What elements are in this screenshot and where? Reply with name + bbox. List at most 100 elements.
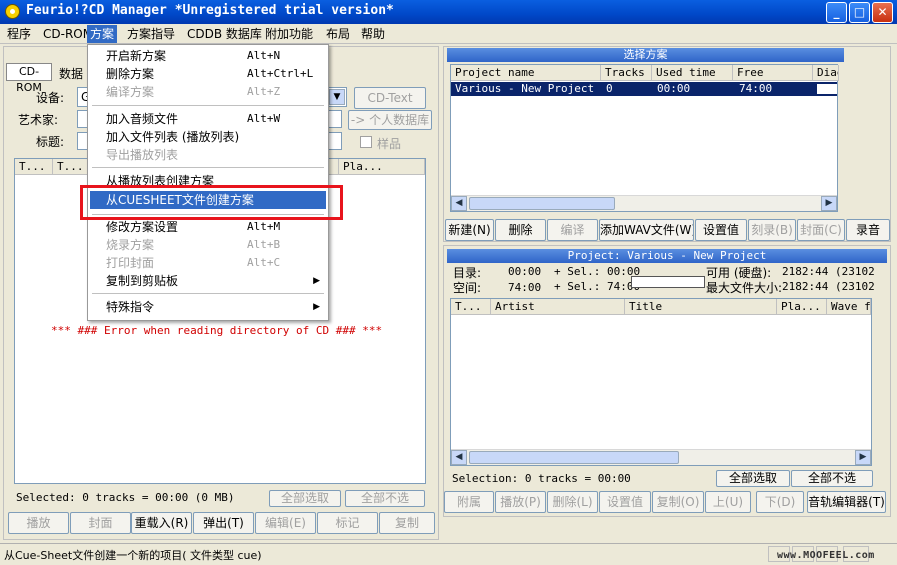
menu-item-export-playlist[interactable]: 导出播放列表 (90, 146, 326, 164)
compile-project-button[interactable]: 编译 (547, 219, 598, 241)
col-track[interactable]: T... (15, 159, 53, 175)
menu-project-wizard[interactable]: 方案指导 (124, 25, 178, 43)
mark-button[interactable]: 标记 (317, 512, 378, 534)
col-free[interactable]: Free (733, 65, 813, 81)
dir-sel: + Sel.: 00:00 (554, 265, 641, 278)
delete-project-button[interactable]: 删除 (495, 219, 546, 241)
reload-button[interactable]: 重载入(R) (131, 512, 192, 534)
maximize-button[interactable]: □ (849, 2, 870, 23)
window-title: Feurio!?CD Manager *Unregistered trial v… (26, 3, 394, 18)
edit-button[interactable]: 编辑(E) (255, 512, 316, 534)
project-settings-button[interactable]: 设置值 (695, 219, 747, 241)
status-bar: 从Cue-Sheet文件创建一个新的项目( 文件类型 cue) www.MOOF… (0, 543, 897, 565)
track-settings-button[interactable]: 设置值 (599, 491, 651, 513)
chevron-down-icon[interactable]: ▼ (329, 89, 345, 105)
scroll-right-icon[interactable]: ▶ (855, 450, 871, 465)
app-icon (5, 4, 20, 19)
play-button[interactable]: 播放 (8, 512, 69, 534)
col-diag[interactable]: Diag (813, 65, 839, 81)
col-project-name[interactable]: Project name (451, 65, 601, 81)
menu-item-delete-project[interactable]: 删除方案 Alt+Ctrl+L (90, 65, 326, 83)
menu-item-compile-project[interactable]: 编译方案 Alt+Z (90, 83, 326, 101)
status-text: 从Cue-Sheet文件创建一个新的项目( 文件类型 cue) (4, 549, 262, 562)
menu-item-burn-project[interactable]: 烧录方案 Alt+B (90, 236, 326, 254)
cdtext-button[interactable]: CD-Text (354, 87, 426, 109)
select-none-button[interactable]: 全部不选 (345, 490, 425, 507)
title-label: 标题: (36, 135, 65, 149)
projects-header: 选择方案 (447, 48, 844, 62)
menu-separator (92, 167, 324, 168)
project-free-cell: 74:00 (739, 82, 773, 95)
add-wav-button[interactable]: 添加WAV文件(W) (599, 219, 694, 241)
move-up-button[interactable]: 上(U) (705, 491, 751, 513)
cover-button[interactable]: 封面 (70, 512, 131, 534)
move-down-button[interactable]: 下(D) (756, 491, 804, 513)
col-wave-file[interactable]: Wave f (827, 299, 871, 315)
scroll-thumb[interactable] (469, 197, 615, 210)
menu-help[interactable]: 帮助 (358, 25, 388, 43)
col-track-no[interactable]: T... (451, 299, 491, 315)
scroll-right-icon[interactable]: ▶ (821, 196, 837, 211)
col-artist[interactable]: Artist (491, 299, 625, 315)
dir-value: 00:00 (508, 265, 542, 278)
menu-item-new-project[interactable]: 开启新方案 Alt+N (90, 47, 326, 65)
project-button-row: 附属 播放(P) 删除(L) 设置值 复制(O) 上(U) 下(D) 音轨编辑器… (443, 491, 893, 515)
scroll-left-icon[interactable]: ◀ (451, 450, 467, 465)
menu-layout[interactable]: 布局 (323, 25, 353, 43)
copy-button[interactable]: 复制 (379, 512, 435, 534)
col-track-title[interactable]: Title (625, 299, 777, 315)
projects-hscroll[interactable]: ◀ ▶ (451, 195, 837, 211)
menu-item-add-filelist[interactable]: 加入文件列表 (播放列表) (90, 128, 326, 146)
menu-project[interactable]: 方案 (87, 25, 118, 43)
scroll-thumb[interactable] (469, 451, 679, 464)
close-button[interactable]: ✕ (872, 2, 893, 23)
space-meter (631, 276, 705, 288)
project-track-list[interactable]: T... Artist Title Pla... Wave f ◀ ▶ (450, 298, 872, 466)
burn-button[interactable]: 刻录(B) (748, 219, 796, 241)
project-menu-dropdown: 开启新方案 Alt+N 删除方案 Alt+Ctrl+L 编译方案 Alt+Z 加入音频… (87, 44, 329, 321)
project-row[interactable]: Various - New Project 0 00:00 74:00 (451, 82, 837, 96)
submenu-arrow-icon: ▶ (313, 276, 320, 286)
menu-extras[interactable]: 附加功能 (262, 25, 316, 43)
watermark: www.MOOFEEL.com (777, 550, 875, 561)
col-play-time[interactable]: Pla... (777, 299, 827, 315)
attach-button[interactable]: 附属 (444, 491, 494, 513)
menu-cddb[interactable]: CDDB 数据库 (184, 25, 265, 43)
select-all-button[interactable]: 全部选取 (269, 490, 341, 507)
menu-item-print-cover[interactable]: 打印封面 Alt+C (90, 254, 326, 272)
personal-db-button[interactable]: -> 个人数据库 (348, 110, 432, 130)
eject-button[interactable]: 弹出(T) (193, 512, 254, 534)
menu-item-project-settings[interactable]: 修改方案设置 Alt+M (90, 218, 326, 236)
menu-program[interactable]: 程序 (4, 25, 34, 43)
maxfile-label: 最大文件大小: (706, 281, 783, 295)
menu-item-copy-clipboard[interactable]: 复制到剪贴板 ▶ (90, 272, 326, 290)
new-project-button[interactable]: 新建(N) (445, 219, 494, 241)
tracks-hscroll[interactable]: ◀ ▶ (451, 449, 871, 465)
col-play[interactable]: Pla... (339, 159, 425, 175)
tab-cdrom[interactable]: CD-ROM (6, 63, 52, 94)
title-bar[interactable]: Feurio!?CD Manager *Unregistered trial v… (0, 0, 897, 24)
minimize-button[interactable]: _ (826, 2, 847, 23)
track-play-button[interactable]: 播放(P) (495, 491, 546, 513)
project-used-cell: 00:00 (657, 82, 691, 95)
tab-data[interactable]: 数据 (59, 65, 83, 82)
annotation-highlight-box (80, 185, 343, 220)
scroll-left-icon[interactable]: ◀ (451, 196, 467, 211)
project-detail-pane: Project: Various - New Project 目录: 00:00… (443, 245, 891, 517)
track-delete-button[interactable]: 删除(L) (547, 491, 598, 513)
project-tracks-cell: 0 (606, 82, 613, 95)
projects-list[interactable]: Project name Tracks Used time Free Diag … (450, 64, 839, 212)
menu-item-special-commands[interactable]: 特殊指令 ▶ (90, 298, 326, 316)
sample-checkbox[interactable] (360, 136, 372, 148)
record-button[interactable]: 录音 (846, 219, 890, 241)
track-select-none-button[interactable]: 全部不选 (791, 470, 873, 487)
track-select-all-button[interactable]: 全部选取 (716, 470, 790, 487)
cover-print-button[interactable]: 封面(C) (797, 219, 845, 241)
col-used-time[interactable]: Used time (652, 65, 733, 81)
menu-item-add-audio[interactable]: 加入音频文件 Alt+W (90, 110, 326, 128)
track-editor-button[interactable]: 音轨编辑器(T) (807, 491, 886, 513)
col-tracks[interactable]: Tracks (601, 65, 652, 81)
track-copy-button[interactable]: 复制(O) (652, 491, 704, 513)
space-value: 74:00 (508, 281, 542, 294)
device-label: 设备: (36, 91, 65, 105)
